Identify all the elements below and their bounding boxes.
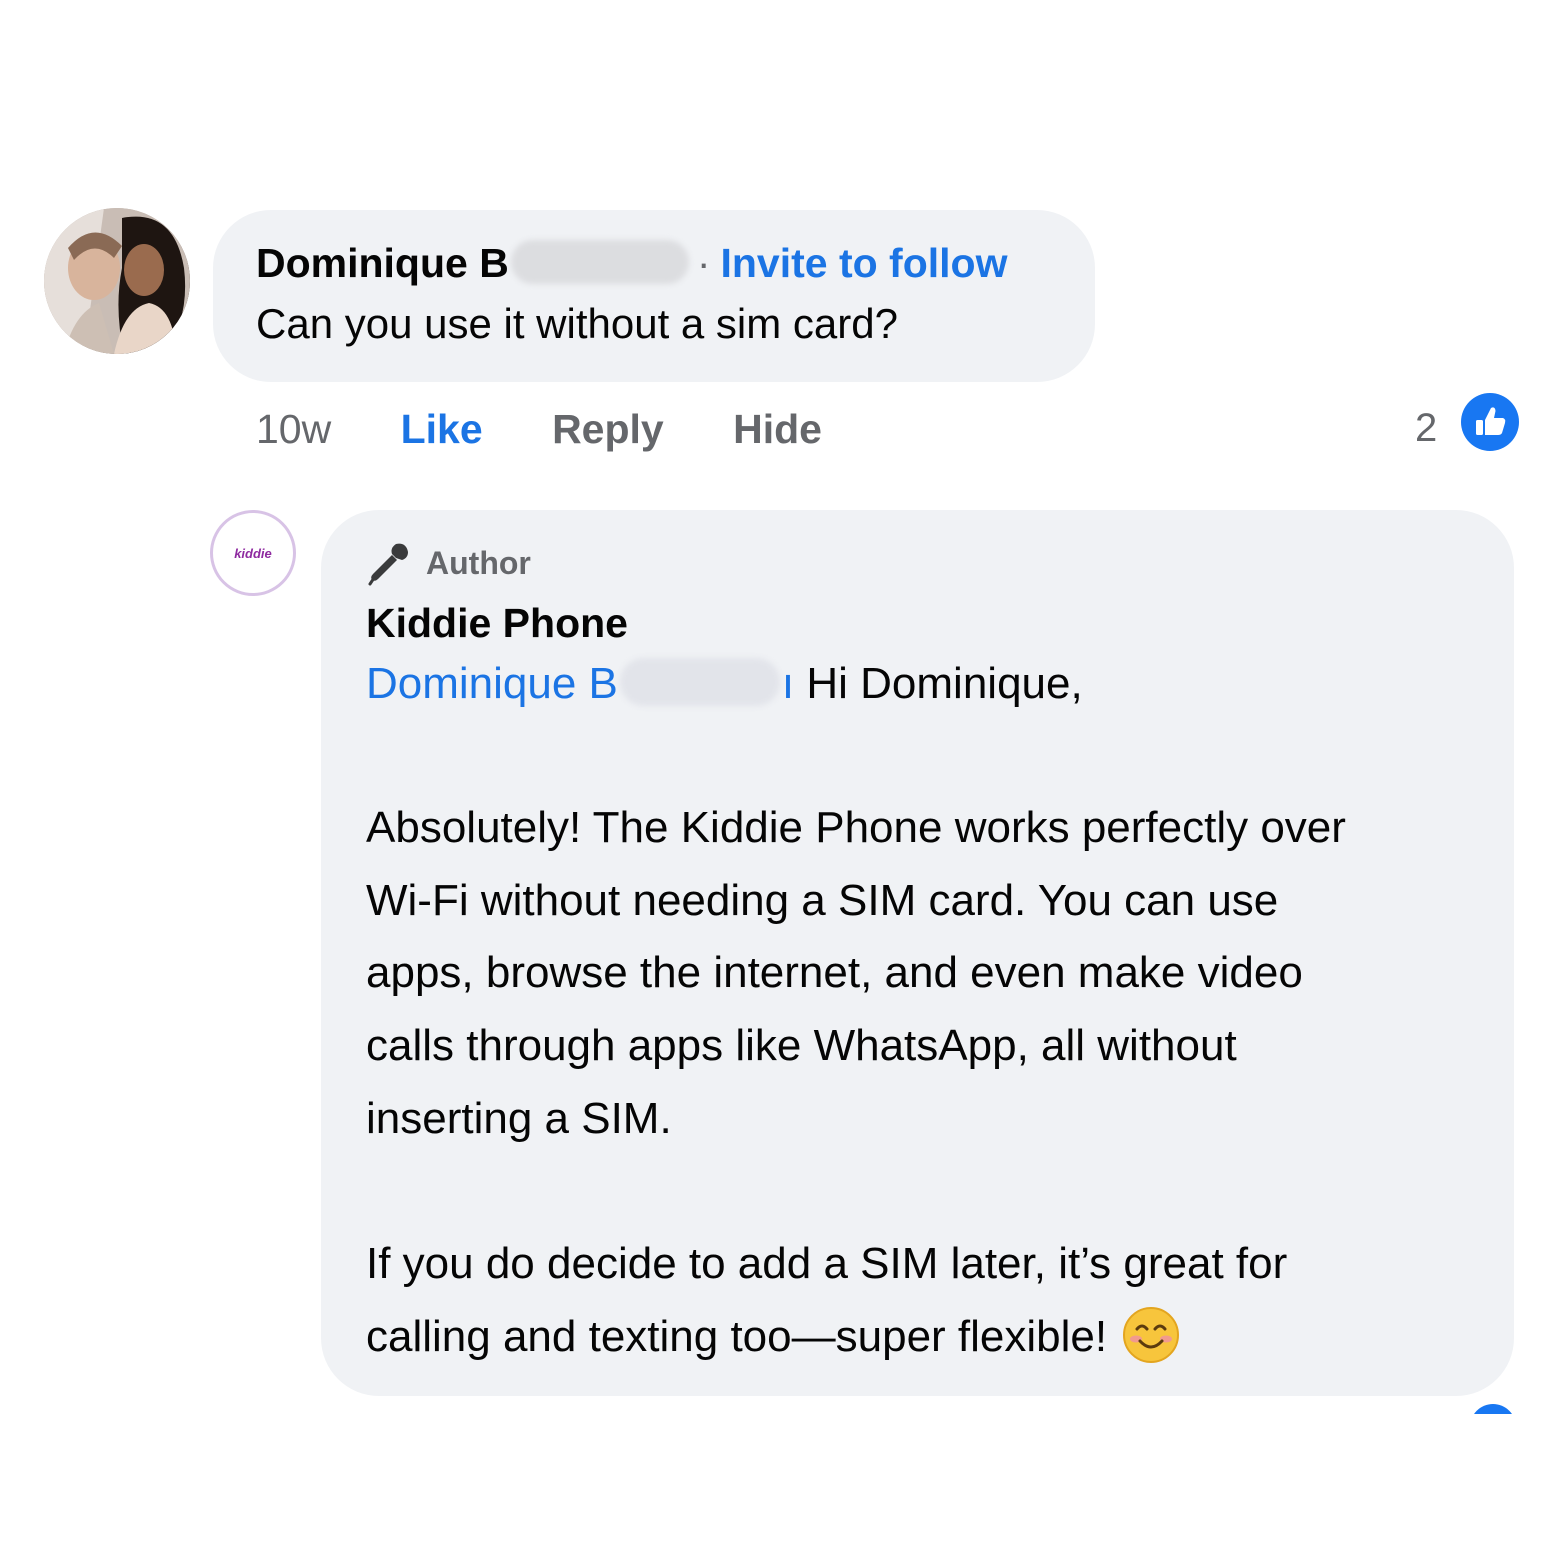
author-badge-label: Author [426,544,531,581]
comment-bubble [213,210,1095,382]
reaction-count[interactable]: 2 [1415,403,1437,453]
reply-greeting: Hi Dominique, [806,659,1083,708]
reaction-icon-partial [1470,1404,1516,1414]
user-photo [44,208,190,354]
separator-dot: · [696,240,711,286]
reply-button[interactable]: Reply [552,403,664,455]
comment-timestamp[interactable]: 10w [256,403,331,455]
page-logo-text: kiddie [234,545,272,561]
redacted-name-blur [510,240,689,285]
hide-button[interactable]: Hide [733,403,822,455]
reply-mention-line: Dominique B ı Hi Dominique, [366,657,1083,711]
user-avatar[interactable] [44,208,190,354]
comment-text: Can you use it without a sim card? [256,300,898,347]
page-avatar[interactable]: kiddie [210,510,296,596]
mention-link-tail[interactable]: ı [782,659,794,708]
comment-author-name[interactable]: Dominique B [256,240,509,286]
microphone-icon [368,543,408,586]
reply-body: Absolutely! The Kiddie Phone works perfe… [366,792,1486,1374]
mention-link[interactable]: Dominique B [366,659,618,708]
reply-author-name[interactable]: Kiddie Phone [366,598,628,648]
like-icon[interactable] [1461,393,1519,451]
comment-actions: 10w Like Reply Hide [256,403,880,455]
smiling-face-icon [1123,1306,1180,1363]
comment-thread: Dominique B · Invite to follow Can you use… [0,0,1563,1563]
author-badge: Author [366,540,531,586]
reply-paragraph-closing: If you do decide to add a SIM later, it’… [366,1228,1486,1373]
like-button[interactable]: Like [401,403,483,455]
redacted-mention-blur [619,658,780,707]
reply-paragraph: Absolutely! The Kiddie Phone works perfe… [366,803,1346,1143]
invite-to-follow-link[interactable]: Invite to follow [720,240,1007,286]
comment-header: Dominique B · Invite to follow [256,238,1007,288]
